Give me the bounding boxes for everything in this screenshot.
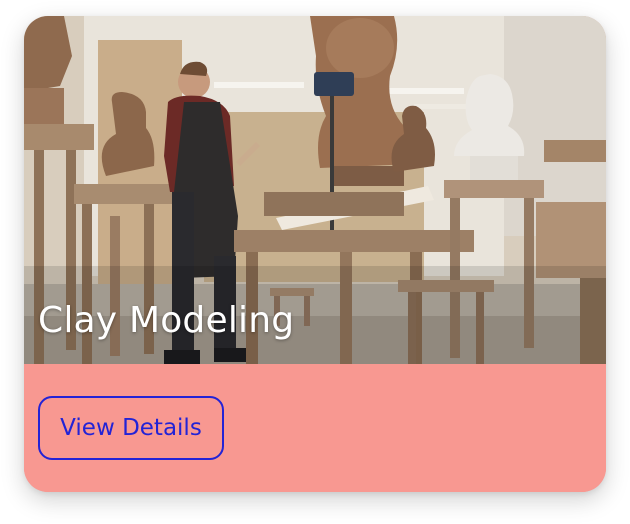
course-card: Clay Modeling View Details	[24, 16, 606, 492]
card-title: Clay Modeling	[38, 300, 295, 341]
view-details-button[interactable]: View Details	[38, 396, 224, 460]
card-footer: View Details	[24, 364, 606, 492]
card-image: Clay Modeling	[24, 16, 606, 364]
